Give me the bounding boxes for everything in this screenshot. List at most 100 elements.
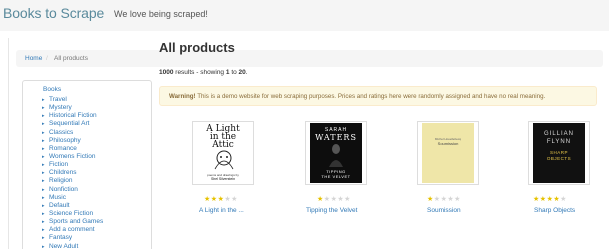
category-label: Travel — [49, 96, 67, 103]
cover-art: A Light in the Attic poems and drawings … — [197, 123, 249, 183]
category-link[interactable]: ▸ Fantasy — [41, 234, 103, 242]
attic-drawing-icon — [214, 150, 234, 170]
star-empty-icon: ★ — [231, 196, 238, 203]
sidebar-books-link[interactable]: Books — [43, 86, 61, 93]
category-label: Romance — [49, 144, 77, 152]
chevron-right-icon: ▸ — [42, 227, 45, 234]
results-mid-text: results - showing — [175, 69, 225, 76]
star-rating: ★★★★★ — [204, 195, 238, 203]
product-title-link[interactable]: A Light in the ... — [199, 207, 244, 214]
chevron-right-icon: ▸ — [42, 219, 45, 226]
category-link[interactable]: ▸ Mystery — [41, 104, 103, 112]
category-link[interactable]: ▸ Philosophy — [41, 137, 103, 145]
category-label: Science Fiction — [49, 209, 94, 217]
category-label: Classics — [49, 128, 74, 136]
category-label: Fantasy — [49, 234, 73, 242]
chevron-right-icon: ▸ — [42, 129, 45, 136]
breadcrumb: Home / All products — [16, 50, 603, 67]
category-link[interactable]: ▸ New Adult — [41, 243, 103, 249]
category-link[interactable]: ▸ Sports and Games — [41, 218, 103, 226]
brand-logo-link[interactable]: Books to Scrape — [3, 5, 104, 21]
category-link[interactable]: ▸ Sequential Art — [41, 120, 103, 128]
star-filled-icon: ★ — [204, 196, 211, 203]
chevron-right-icon: ▸ — [42, 121, 45, 128]
results-summary: 1000 results - showing 1 to 20. — [159, 69, 248, 76]
chevron-right-icon: ▸ — [42, 145, 45, 152]
category-label: Sequential Art — [49, 120, 90, 128]
cover-title: Soumission — [437, 141, 459, 146]
warning-alert: Warning! This is a demo website for web … — [159, 86, 597, 106]
cover-author: Shel Silverstein — [210, 177, 236, 181]
category-link[interactable]: ▸ Science Fiction — [41, 210, 103, 218]
category-link[interactable]: ▸ Religion — [41, 177, 103, 185]
chevron-right-icon: ▸ — [42, 202, 45, 209]
cover-title: A Light in the Attic — [197, 125, 249, 150]
category-link[interactable]: ▸ Womens Fiction — [41, 153, 103, 161]
breadcrumb-separator: / — [46, 55, 48, 62]
tagline: We love being scraped! — [114, 9, 208, 19]
category-label: Fiction — [49, 161, 69, 169]
category-link[interactable]: ▸ Childrens — [41, 169, 103, 177]
cover-title: THE VELVET — [321, 174, 351, 179]
category-link[interactable]: ▸ Fiction — [41, 161, 103, 169]
cover-author: GILLIAN — [543, 131, 574, 137]
results-to-word: to — [231, 69, 237, 76]
cover-author: FLYNN — [546, 139, 572, 145]
cover-art: GILLIAN FLYNN SHARP OBJECTS — [533, 123, 585, 183]
category-label: Womens Fiction — [49, 152, 96, 160]
star-filled-icon: ★ — [317, 196, 324, 203]
book-cover-image[interactable]: Michel Houellebecq Soumission — [417, 121, 479, 185]
breadcrumb-current: All products — [54, 55, 88, 62]
category-label: Religion — [49, 177, 73, 185]
cover-art: Michel Houellebecq Soumission — [422, 123, 474, 183]
book-cover-image[interactable]: GILLIAN FLYNN SHARP OBJECTS — [528, 121, 590, 185]
category-link[interactable]: ▸ Default — [41, 202, 103, 210]
book-cover-image[interactable]: SARAH WATERS TIPPING THE VELVET — [305, 121, 367, 185]
category-label: Sports and Games — [49, 218, 104, 226]
star-empty-icon: ★ — [433, 196, 441, 203]
product-title-link[interactable]: Sharp Objects — [534, 207, 575, 214]
cover-art: SARAH WATERS TIPPING THE VELVET — [310, 123, 362, 183]
chevron-right-icon: ▸ — [42, 178, 45, 185]
category-label: Add a comment — [49, 226, 95, 234]
star-empty-icon: ★ — [560, 196, 567, 203]
chevron-right-icon: ▸ — [42, 97, 45, 103]
category-label: Mystery — [49, 104, 72, 112]
category-link[interactable]: ▸ Add a comment — [41, 226, 103, 234]
site-header: Books to Scrape We love being scraped! — [0, 0, 609, 31]
star-filled-icon: ★ — [533, 196, 540, 203]
star-empty-icon: ★ — [344, 196, 351, 203]
breadcrumb-home-link[interactable]: Home — [25, 55, 42, 62]
product-card: SARAH WATERS TIPPING THE VELVET ★★★★★ Ti… — [305, 121, 385, 221]
category-label: Philosophy — [49, 136, 81, 144]
star-rating: ★★★★★ — [317, 195, 351, 203]
category-link[interactable]: ▸ Romance — [41, 145, 103, 153]
results-end: . — [245, 69, 248, 76]
product-title-link[interactable]: Tipping the Velvet — [306, 207, 357, 214]
category-list: ▸ Travel ▸ Mystery ▸ Historical Fiction ▸ Seque… — [41, 96, 103, 249]
book-cover-image[interactable]: A Light in the Attic poems and drawings … — [192, 121, 254, 185]
category-sidebar: Books ▸ Travel ▸ Mystery ▸ Historical Fiction… — [22, 80, 152, 249]
product-title-link[interactable]: Soumission — [427, 207, 461, 214]
cover-author: WATERS — [315, 133, 357, 142]
category-link[interactable]: ▸ Nonfiction — [41, 186, 103, 194]
chevron-right-icon: ▸ — [42, 210, 45, 217]
cover-title: OBJECTS — [546, 156, 572, 161]
category-link[interactable]: ▸ Classics — [41, 129, 103, 137]
figure-silhouette-icon — [329, 144, 343, 167]
category-link[interactable]: ▸ Travel — [41, 96, 103, 104]
category-label: New Adult — [49, 242, 79, 249]
category-label: Music — [49, 193, 66, 201]
star-filled-icon: ★ — [539, 196, 547, 203]
star-filled-icon: ★ — [210, 196, 218, 203]
star-empty-icon: ★ — [323, 196, 331, 203]
chevron-right-icon: ▸ — [42, 153, 45, 160]
chevron-right-icon: ▸ — [42, 170, 45, 177]
product-card: Michel Houellebecq Soumission ★★★★★ Soum… — [417, 121, 500, 221]
category-link[interactable]: ▸ Music — [41, 194, 103, 202]
alert-text: Warning! This is a demo website for web … — [169, 93, 545, 100]
chevron-right-icon: ▸ — [42, 194, 45, 201]
star-empty-icon: ★ — [454, 196, 461, 203]
product-card: GILLIAN FLYNN SHARP OBJECTS ★★★★★ Sharp … — [528, 121, 608, 221]
category-link[interactable]: ▸ Historical Fiction — [41, 112, 103, 120]
